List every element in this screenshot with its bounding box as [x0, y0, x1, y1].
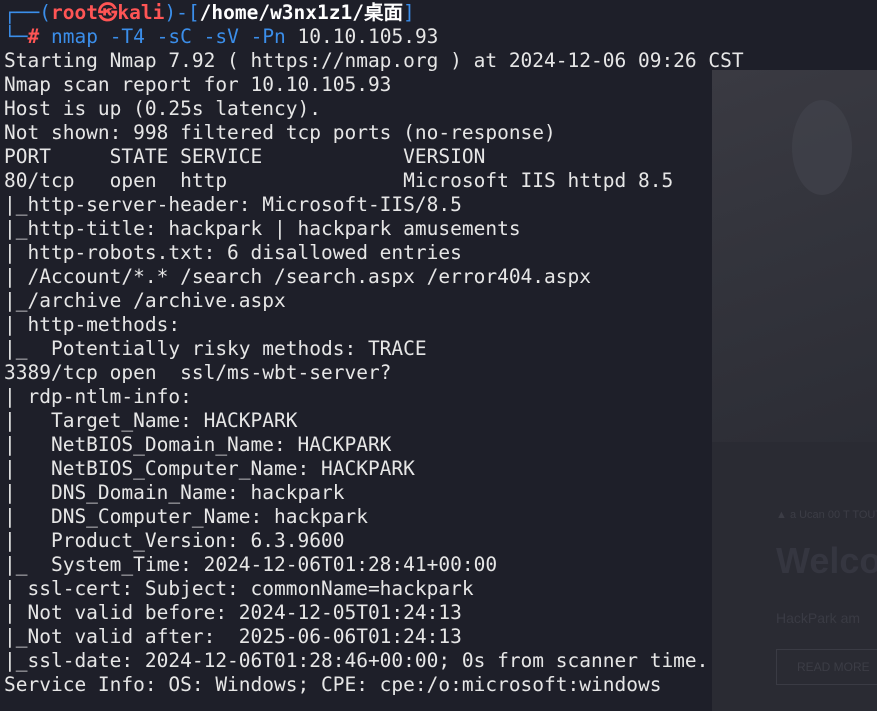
- output-line: Host is up (0.25s latency).: [4, 97, 321, 120]
- output-line: | NetBIOS_Domain_Name: HACKPARK: [4, 433, 392, 456]
- output-line: | Product_Version: 6.3.9600: [4, 529, 345, 552]
- prompt-box-top: ┌──(: [4, 1, 51, 24]
- prompt-hash-symbol: #: [27, 25, 40, 48]
- command-target: 10.10.105.93: [297, 25, 439, 48]
- output-line: |_ssl-date: 2024-12-06T01:28:46+00:00; 0…: [4, 649, 709, 672]
- output-line: Not shown: 998 filtered tcp ports (no-re…: [4, 121, 556, 144]
- output-line: | rdp-ntlm-info:: [4, 385, 192, 408]
- output-line: |_ Potentially risky methods: TRACE: [4, 337, 427, 360]
- command-name: nmap: [50, 25, 98, 48]
- prompt-header-line: ┌──(root㉿kali)-[/home/w3nx1z1/桌面]: [4, 1, 415, 25]
- output-line: |_http-title: hackpark | hackpark amusem…: [4, 217, 521, 240]
- output-line: | DNS_Computer_Name: hackpark: [4, 505, 368, 528]
- output-line: | Target_Name: HACKPARK: [4, 409, 298, 432]
- command-arguments: -T4 -sC -sV -Pn: [97, 25, 298, 48]
- prompt-path-close: ]: [403, 1, 415, 24]
- output-line: | http-methods:: [4, 313, 181, 336]
- prompt-working-directory: /home/w3nx1z1/桌面: [199, 1, 403, 24]
- output-line: | /Account/*.* /search /search.aspx /err…: [4, 265, 591, 288]
- output-line: Service Info: OS: Windows; CPE: cpe:/o:m…: [4, 673, 662, 696]
- output-line: Nmap scan report for 10.10.105.93: [4, 73, 392, 96]
- output-line: |_/archive /archive.aspx: [4, 289, 286, 312]
- output-line: |_http-server-header: Microsoft-IIS/8.5: [4, 193, 462, 216]
- output-line: PORT STATE SERVICE VERSION: [4, 145, 486, 168]
- output-line: |_Not valid after: 2025-06-06T01:24:13: [4, 625, 462, 648]
- output-line: 3389/tcp open ssl/ms-wbt-server?: [4, 361, 392, 384]
- output-line: | NetBIOS_Computer_Name: HACKPARK: [4, 457, 415, 480]
- output-line: | http-robots.txt: 6 disallowed entries: [4, 241, 462, 264]
- terminal-window[interactable]: ┌──(root㉿kali)-[/home/w3nx1z1/桌面] └─# nm…: [0, 0, 877, 711]
- output-line: 80/tcp open http Microsoft IIS httpd 8.5: [4, 169, 674, 192]
- prompt-separator: )-[: [164, 1, 200, 24]
- command-line[interactable]: └─# nmap -T4 -sC -sV -Pn 10.10.105.93: [4, 25, 438, 49]
- output-line: | ssl-cert: Subject: commonName=hackpark: [4, 577, 474, 600]
- output-line: |_ System_Time: 2024-12-06T01:28:41+00:0…: [4, 553, 498, 576]
- output-line: Starting Nmap 7.92 ( https://nmap.org ) …: [4, 49, 744, 72]
- prompt-user-host: root㉿kali: [50, 1, 165, 24]
- prompt-box-bottom: └─: [4, 25, 28, 48]
- output-line: | Not valid before: 2024-12-05T01:24:13: [4, 601, 462, 624]
- output-line: | DNS_Domain_Name: hackpark: [4, 481, 345, 504]
